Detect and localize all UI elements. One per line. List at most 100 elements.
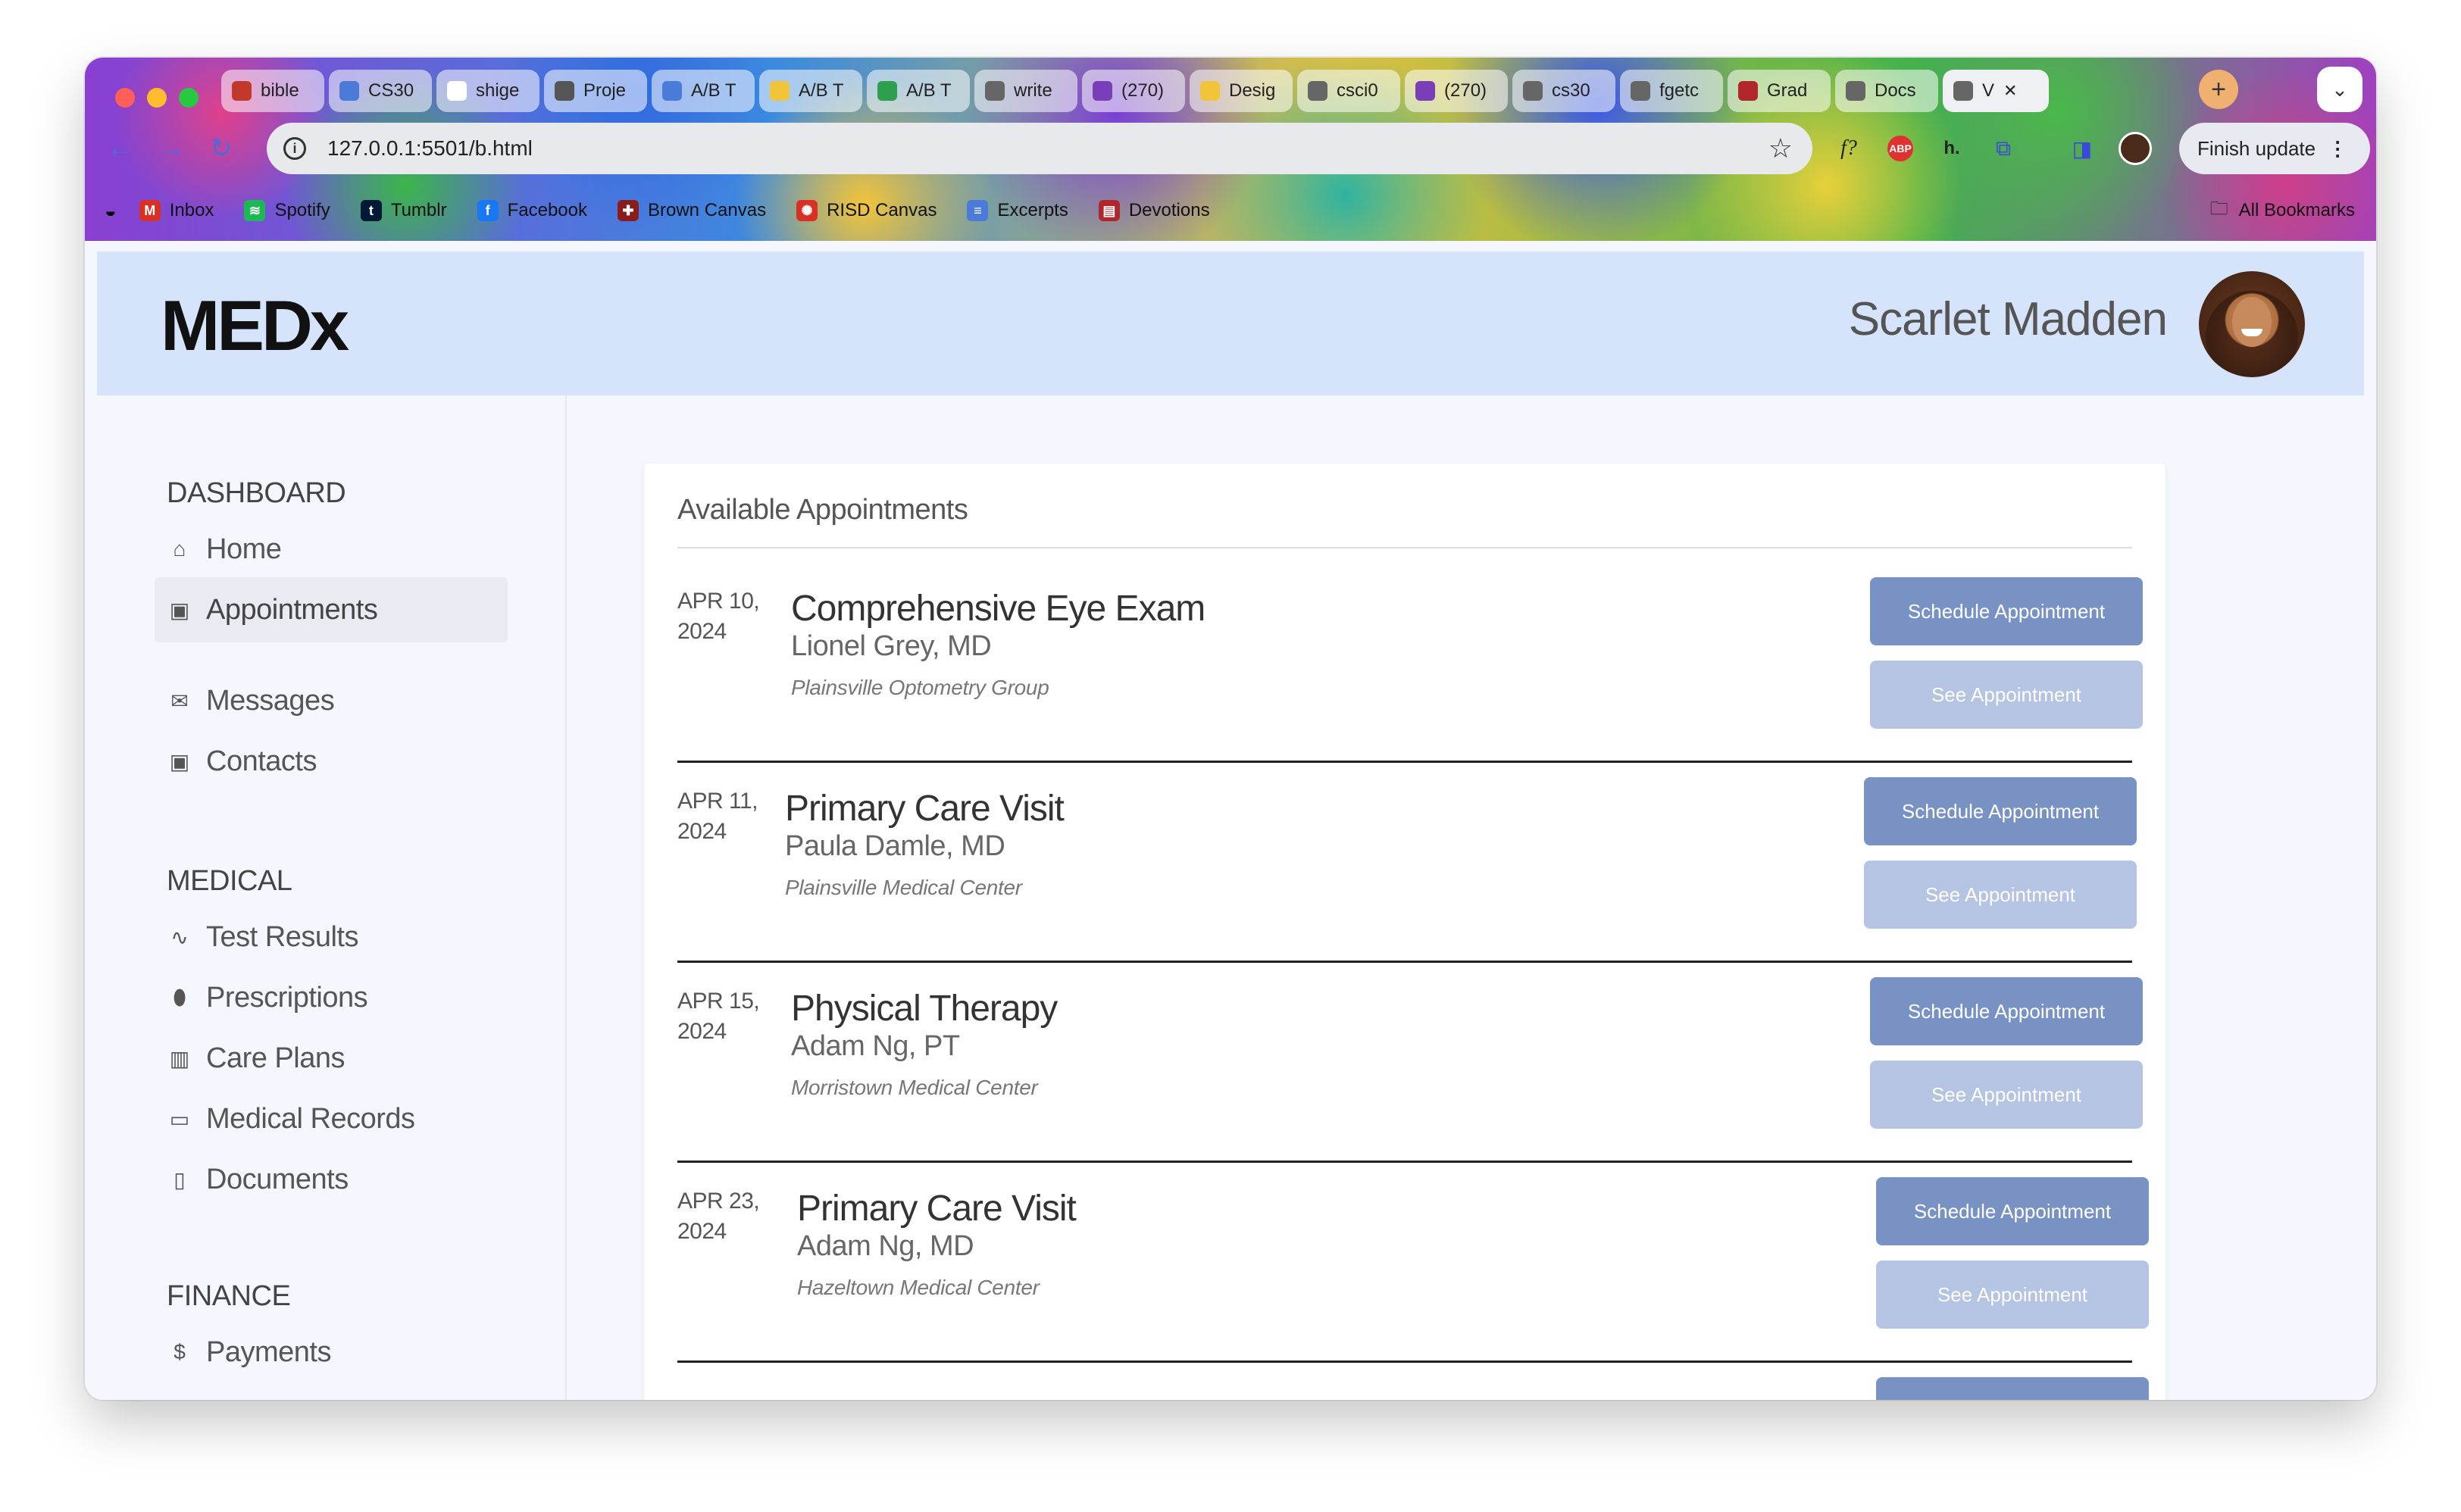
tab-favicon-icon bbox=[447, 81, 467, 101]
bookmark-item[interactable]: ≡ Excerpts bbox=[967, 200, 1068, 221]
bookmark-item[interactable]: ≋ Spotify bbox=[244, 200, 330, 221]
all-bookmarks-button[interactable]: 🗀 All Bookmarks bbox=[2210, 180, 2355, 241]
browser-tab[interactable]: write bbox=[974, 70, 1077, 112]
schedule-appointment-button[interactable]: Schedule Appointment bbox=[1876, 1377, 2149, 1400]
bookmark-star-icon[interactable]: ☆ bbox=[1768, 133, 1793, 164]
sidebar-item-documents[interactable]: ▯ Documents bbox=[155, 1147, 508, 1212]
appointment-type: Physical Therapy bbox=[791, 989, 1058, 1029]
tab-close-icon[interactable]: ✕ bbox=[2003, 81, 2017, 101]
site-info-icon[interactable]: i bbox=[283, 137, 306, 160]
browser-tab[interactable]: Grad bbox=[1728, 70, 1831, 112]
appointment-date-month-day: APR 11, bbox=[677, 789, 758, 814]
sidebar-item-prescriptions[interactable]: ⬮ Prescriptions bbox=[155, 965, 508, 1030]
schedule-appointment-button[interactable]: Schedule Appointment bbox=[1864, 777, 2137, 845]
sidebar-item-medical-records[interactable]: ▭ Medical Records bbox=[155, 1086, 508, 1151]
sidebar-item-home[interactable]: ⌂ Home bbox=[155, 517, 508, 582]
sidebar-item-label: Payments bbox=[206, 1335, 331, 1368]
bookmark-item[interactable]: f Facebook bbox=[477, 200, 587, 221]
appointment-location: Plainsville Medical Center bbox=[785, 876, 1022, 899]
profile-avatar-icon[interactable] bbox=[2114, 127, 2156, 170]
reload-button[interactable]: ↻ bbox=[202, 129, 241, 168]
see-appointment-button[interactable]: See Appointment bbox=[1876, 1261, 2149, 1329]
address-bar[interactable]: i 127.0.0.1:5501/b.html ☆ bbox=[267, 123, 1812, 174]
forward-button[interactable]: → bbox=[152, 129, 191, 168]
tab-search-button[interactable]: ⌄ bbox=[2317, 67, 2362, 112]
browser-tab[interactable]: Desig bbox=[1190, 70, 1293, 112]
apps-icon[interactable]: ◒ bbox=[105, 199, 117, 223]
browser-tab[interactable]: (270) bbox=[1405, 70, 1508, 112]
appointment-date-month-day: APR 15, bbox=[677, 989, 760, 1014]
arrow-left-icon: ← bbox=[107, 133, 133, 163]
browser-tab[interactable]: bible bbox=[221, 70, 324, 112]
appointment-date-year: 2024 bbox=[677, 819, 727, 844]
browser-tab[interactable]: shige bbox=[436, 70, 539, 112]
mail-icon: ✉ bbox=[170, 689, 189, 713]
browser-tab[interactable]: cs30 bbox=[1512, 70, 1615, 112]
tab-label: CS30 bbox=[368, 80, 414, 101]
app-logo[interactable]: MEDx bbox=[161, 285, 349, 367]
sidebar-item-messages[interactable]: ✉ Messages bbox=[155, 668, 508, 733]
browser-tab[interactable]: CS30 bbox=[329, 70, 432, 112]
title-divider bbox=[677, 547, 2132, 548]
sidebar-item-label: Appointments bbox=[206, 593, 378, 626]
reload-icon: ↻ bbox=[210, 134, 233, 163]
tab-label: csci0 bbox=[1337, 80, 1378, 101]
document-icon: ▯ bbox=[174, 1167, 186, 1192]
appointment-location: Plainsville Optometry Group bbox=[791, 676, 1049, 699]
see-appointment-button[interactable]: See Appointment bbox=[1864, 861, 2137, 929]
zoom-window-button[interactable] bbox=[179, 88, 199, 108]
extension-adblock-icon[interactable]: ABP bbox=[1879, 127, 1922, 170]
tab-favicon-icon bbox=[985, 81, 1005, 101]
user-avatar[interactable] bbox=[2199, 271, 2305, 377]
browser-tab[interactable]: A/B T bbox=[652, 70, 755, 112]
appointment-date: APR 15, 2024 bbox=[677, 986, 760, 1047]
bookmark-favicon-icon: ▤ bbox=[1098, 200, 1120, 221]
browser-tab[interactable]: Docs bbox=[1835, 70, 1938, 112]
sidebar-section-title: MEDICAL bbox=[167, 865, 292, 897]
sidebar-item-appointments[interactable]: ▣ Appointments bbox=[155, 577, 508, 642]
bookmark-item[interactable]: t Tumblr bbox=[360, 200, 447, 221]
extension-formula-icon[interactable]: f? bbox=[1828, 127, 1870, 170]
extension-honey-icon[interactable]: h. bbox=[1931, 127, 1973, 170]
browser-tab[interactable]: A/B T bbox=[867, 70, 970, 112]
sidebar-item-payments[interactable]: $ Payments bbox=[155, 1320, 508, 1385]
browser-tab[interactable]: fgetc bbox=[1620, 70, 1723, 112]
bookmark-item[interactable]: ✺ RISD Canvas bbox=[796, 200, 937, 221]
browser-tab[interactable]: Proje bbox=[544, 70, 647, 112]
sidebar-item-contacts[interactable]: ▣ Contacts bbox=[155, 729, 508, 794]
extensions-puzzle-icon[interactable]: ⧉ bbox=[1982, 127, 2025, 170]
bookmark-item[interactable]: ✚ Brown Canvas bbox=[618, 200, 766, 221]
finish-update-button[interactable]: Finish update ⋮ bbox=[2179, 123, 2370, 174]
tab-favicon-icon bbox=[877, 81, 897, 101]
finish-update-label: Finish update bbox=[2197, 136, 2316, 160]
sidebar-item-test-results[interactable]: ∿ Test Results bbox=[155, 904, 508, 970]
schedule-appointment-button[interactable]: Schedule Appointment bbox=[1876, 1177, 2149, 1245]
side-panel-icon[interactable]: ◨ bbox=[2061, 127, 2103, 170]
browser-tab[interactable]: V ✕ bbox=[1943, 70, 2049, 112]
bookmark-label: Excerpts bbox=[997, 200, 1068, 220]
appointment-location: Hazeltown Medical Center bbox=[797, 1276, 1040, 1299]
browser-tab[interactable]: csci0 bbox=[1297, 70, 1400, 112]
bookmark-favicon-icon: ≋ bbox=[244, 200, 266, 221]
appointment-date: APR 23, 2024 bbox=[677, 1186, 760, 1247]
close-window-button[interactable] bbox=[115, 88, 135, 108]
schedule-appointment-button[interactable]: Schedule Appointment bbox=[1870, 577, 2143, 645]
see-appointment-button[interactable]: See Appointment bbox=[1870, 1061, 2143, 1129]
contact-card-icon: ▣ bbox=[169, 749, 190, 773]
bookmark-item[interactable]: ▤ Devotions bbox=[1098, 200, 1210, 221]
new-tab-button[interactable]: + bbox=[2199, 70, 2238, 109]
minimize-window-button[interactable] bbox=[147, 88, 167, 108]
tab-favicon-icon bbox=[1093, 81, 1112, 101]
browser-tab[interactable]: A/B T bbox=[759, 70, 862, 112]
tab-label: Desig bbox=[1229, 80, 1276, 101]
bookmark-favicon-icon: ✚ bbox=[618, 200, 639, 221]
browser-tab[interactable]: (270) bbox=[1082, 70, 1185, 112]
appointment-row: APR 11, 2024 Primary Care Visit Paula Damle… bbox=[677, 762, 2137, 963]
schedule-appointment-button[interactable]: Schedule Appointment bbox=[1870, 977, 2143, 1045]
tab-label: A/B T bbox=[906, 80, 952, 101]
back-button[interactable]: ← bbox=[100, 129, 139, 168]
bookmark-item[interactable]: M Inbox bbox=[139, 200, 214, 221]
sidebar-item-care-plans[interactable]: ▥ Care Plans bbox=[155, 1026, 508, 1091]
see-appointment-button[interactable]: See Appointment bbox=[1870, 661, 2143, 729]
bookmark-favicon-icon: M bbox=[139, 200, 161, 221]
